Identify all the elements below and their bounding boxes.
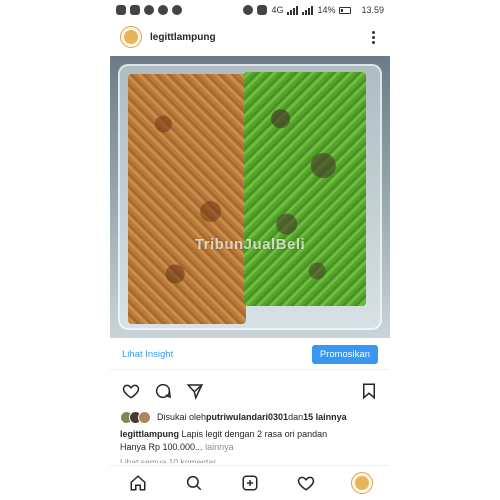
status-bar: 4G 14% 13.59 [110,0,390,20]
wifi-icon [243,5,254,15]
likes-prefix: Disukai oleh [157,412,207,422]
caption-username[interactable]: legittlampung [120,429,179,439]
likes-mid: dan [288,412,304,422]
app-notification-icon [172,5,182,15]
battery-icon [339,6,352,14]
notification-icon [116,5,126,15]
network-type: 4G [271,5,284,15]
view-insight-link[interactable]: Lihat Insight [122,349,173,360]
signal-icon [302,5,314,15]
view-comments-link[interactable]: Lihat semua 10 komentar [120,457,216,463]
activity-heart-icon[interactable] [294,471,318,495]
cake-original-slice [128,74,246,324]
post-caption: legittlampung Lapis legit dengan 2 rasa … [120,428,382,454]
avatar[interactable] [120,26,142,48]
profile-tab[interactable] [350,471,374,495]
bottom-navigation [110,465,390,500]
status-left [116,5,182,15]
clock: 13.59 [361,5,384,15]
caption-more-link[interactable]: lainnya [203,442,234,452]
signal-icon [287,5,299,15]
cake-pandan-slice [244,72,366,306]
comment-icon[interactable] [152,380,174,402]
bookmark-icon[interactable] [358,380,380,402]
heart-icon[interactable] [120,380,142,402]
vibrate-icon [257,5,268,15]
more-options-icon[interactable] [366,30,380,44]
post-photo[interactable]: TribunJualBeli [110,56,390,338]
post-username[interactable]: legittlampung [150,32,366,43]
image-notification-icon [130,5,140,15]
profile-avatar [351,472,373,494]
caption-text: Lapis legit dengan 2 rasa ori pandan [179,429,328,439]
likes-others[interactable]: 15 lainnya [303,412,347,422]
likes-summary[interactable]: Disukai oleh putriwulandari0301 dan 15 l… [110,408,390,426]
caption-line-two: Hanya Rp 100.000... [120,442,203,452]
post-header: legittlampung [110,22,390,52]
liker-avatars [120,410,151,424]
home-icon[interactable] [126,471,150,495]
insight-bar: Lihat Insight Promosikan [110,340,390,370]
add-post-icon[interactable] [238,471,262,495]
app-notification-icon [158,5,168,15]
promote-button[interactable]: Promosikan [311,345,378,364]
status-right: 4G 14% 13.59 [243,5,384,15]
app-notification-icon [144,5,154,15]
phone-screen: 4G 14% 13.59 legittlampung TribunJualBel… [110,0,390,500]
likes-user[interactable]: putriwulandari0301 [206,412,288,422]
send-icon[interactable] [184,380,206,402]
post-actions [110,378,390,404]
search-icon[interactable] [182,471,206,495]
watermark: TribunJualBeli [194,236,306,253]
battery-percent: 14% [317,5,336,15]
